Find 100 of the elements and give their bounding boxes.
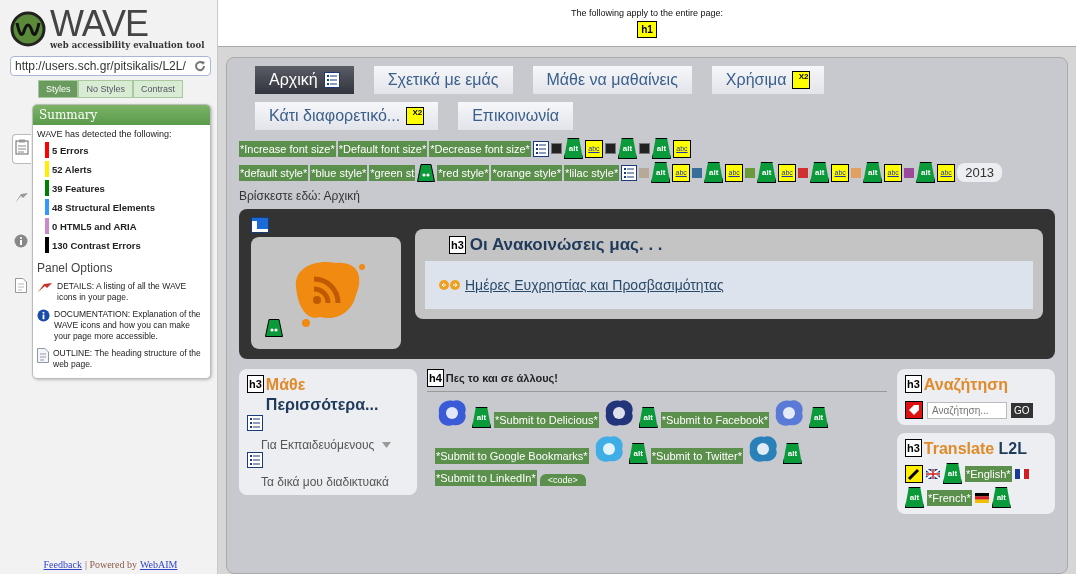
menu-item[interactable]: Για Εκπαιδευόμενους (261, 438, 375, 452)
go-button[interactable]: GO (1011, 402, 1033, 418)
list-icon (621, 164, 638, 181)
wave-label: *red style* (437, 164, 490, 181)
wave-label: *default style* (239, 164, 309, 181)
alt-icon: alt (651, 162, 671, 183)
section-heading: Translate L2L (923, 439, 1027, 459)
caret-icon[interactable] (382, 442, 392, 448)
summary-count[interactable]: 0 HTML5 and ARIA (52, 220, 137, 232)
summary-intro: WAVE has detected the following: (37, 129, 173, 139)
heading-icon: h3 (449, 236, 466, 254)
wave-label: *lilac style* (564, 164, 620, 181)
alt-icon: alt (617, 138, 637, 159)
announcement-link[interactable]: Ημέρες Ευχρηστίας και Προσβασιμότητας (465, 277, 724, 293)
wave-label: *English* (965, 465, 1012, 482)
wave-label: *French* (927, 489, 972, 506)
heading-icon: h3 (247, 375, 264, 393)
wave-logo-icon (10, 11, 46, 47)
wave-label: *blue style* (310, 164, 368, 181)
section-heading: Μάθε Περισσότερα... (265, 375, 380, 415)
list-icon (323, 72, 340, 88)
color-swatch[interactable] (851, 167, 862, 178)
duplicate-link-icon: X2 (792, 71, 811, 89)
wave-label: *Submit to LinkedIn* (435, 470, 537, 486)
section-heading: Πες το και σε άλλους! (445, 372, 558, 384)
nav-tab[interactable]: Σχετικά με εμάς (373, 66, 513, 94)
breadcrumb: Βρίσκεστε εδώ: Αρχική (239, 189, 361, 203)
summary-count[interactable]: 39 Features (52, 182, 105, 194)
wave-label: *green st (369, 164, 416, 181)
document-icon[interactable] (37, 348, 49, 363)
alt-icon: alt (638, 407, 658, 428)
layout-icon (251, 217, 269, 233)
color-swatch[interactable] (692, 167, 703, 178)
quote-icon (417, 163, 436, 182)
image-icon (550, 143, 562, 154)
nav-tab[interactable]: Χρήσιμα X2 (711, 66, 825, 94)
color-swatch[interactable] (904, 167, 915, 178)
refresh-icon[interactable] (194, 60, 206, 72)
summary-count[interactable]: 48 Structural Elements (52, 201, 155, 213)
color-swatch[interactable] (745, 167, 756, 178)
wave-label: *Default font size* (337, 140, 428, 157)
color-swatch[interactable] (639, 167, 650, 178)
tag-icon (905, 401, 923, 419)
color-swatch[interactable] (798, 167, 809, 178)
flag-icon[interactable] (974, 492, 989, 503)
options-title: Panel Options (37, 261, 114, 275)
view-tab[interactable]: Contrast (133, 80, 183, 98)
feedback-link[interactable]: Feedback (43, 559, 82, 570)
alt-icon: alt (943, 463, 962, 484)
image-icon (638, 143, 650, 154)
duplicate-link-icon: X2 (406, 107, 425, 125)
alt-icon: alt (991, 487, 1011, 508)
wave-label: *Submit to Google Bookmarks* (435, 448, 589, 464)
alt-icon: alt (628, 443, 648, 464)
webaim-link[interactable]: WebAIM (139, 559, 178, 570)
wave-label: *orange style* (491, 164, 562, 181)
url-field[interactable]: http://users.sch.gr/pitsikalis/L2L/ (10, 56, 211, 76)
flag-icon[interactable] (1014, 468, 1029, 479)
nav-tab[interactable]: Αρχική (255, 66, 354, 94)
image-icon (604, 143, 616, 154)
wave-label: *Submit to Delicious* (494, 412, 599, 428)
heading-icon: h3 (905, 439, 922, 457)
nav-tab[interactable]: Επικοινωνία (458, 102, 573, 130)
summary-count[interactable]: 52 Alerts (52, 163, 92, 175)
section-heading: Οι Ανακοινώσεις μας. . . (469, 235, 663, 255)
summary-count[interactable]: 5 Errors (52, 144, 89, 156)
section-heading: Αναζήτηση (923, 375, 1008, 395)
summary-tab-icon[interactable] (11, 134, 31, 164)
summary-count[interactable]: 130 Contrast Errors (52, 239, 141, 251)
view-tab[interactable]: No Styles (78, 80, 133, 98)
powered-by-text: | Powered by (84, 559, 137, 570)
info-icon[interactable] (37, 309, 50, 322)
nav-tab[interactable]: Μάθε να μαθαίνεις (532, 66, 692, 94)
alt-icon: alt (651, 138, 671, 159)
app-subtitle: web accessibility evaluation tool (50, 40, 205, 50)
search-field[interactable]: Αναζήτηση... (927, 401, 1007, 419)
alt-icon: alt (905, 487, 924, 508)
heading-icon: h4 (427, 369, 444, 387)
flag-icon[interactable] (926, 468, 940, 479)
wave-label: *Increase font size* (239, 140, 336, 157)
wave-label: *Submit to Twitter* (650, 448, 743, 464)
alt-icon: alt (563, 138, 583, 159)
alt-icon: alt (809, 407, 829, 428)
alt-icon: alt (472, 407, 491, 428)
arrows-icon (439, 280, 461, 290)
alt-icon: alt (863, 162, 883, 183)
pencil-icon (905, 464, 923, 483)
menu-item[interactable]: Τα δικά μου διαδικτυακά (261, 475, 389, 489)
heading-icon: h1 (637, 21, 657, 38)
copyright-year: 2013 (957, 163, 1003, 182)
nav-tab[interactable]: Κάτι διαφορετικό... X2 (255, 102, 439, 130)
list-icon (247, 415, 263, 431)
heading-icon: h3 (905, 375, 922, 393)
page-note: The following apply to the entire page: (570, 8, 724, 18)
code-toggle[interactable]: <code> (539, 474, 586, 486)
list-icon (532, 140, 549, 157)
alt-icon: alt (704, 162, 724, 183)
app-title: WAVE (50, 8, 148, 40)
panel-title: Summary (33, 105, 210, 125)
wave-label: *Decrease font size* (429, 140, 531, 157)
